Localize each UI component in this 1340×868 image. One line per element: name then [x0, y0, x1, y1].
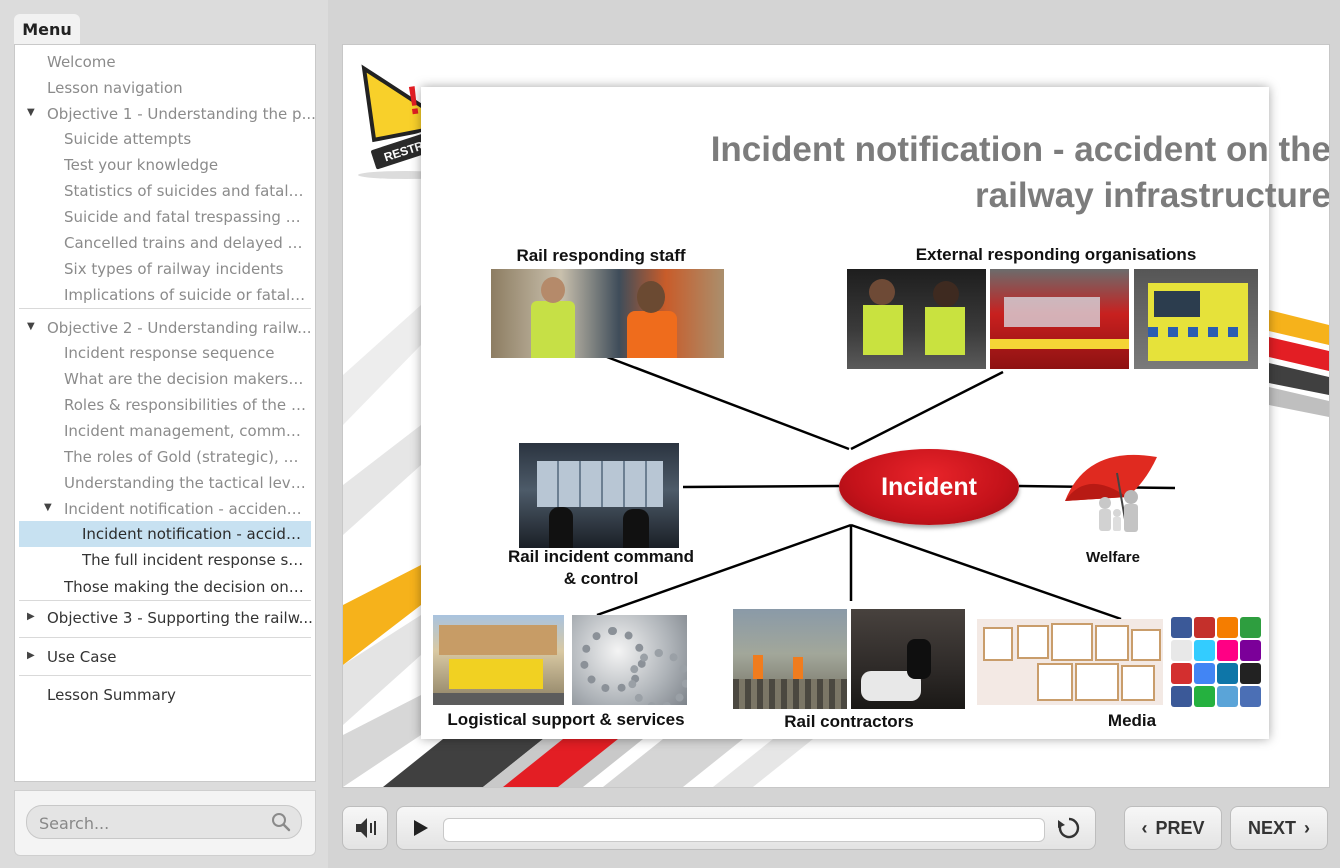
menu-item-lesson-summary[interactable]: Lesson Summary [47, 682, 315, 708]
menu-item-tactical-level[interactable]: Understanding the tactical level... [64, 470, 310, 496]
label-external-responding-organisations: External responding organisations [915, 245, 1197, 264]
search-box[interactable] [26, 805, 302, 839]
volume-button[interactable] [342, 806, 388, 850]
menu-item-full-incident-response[interactable]: The full incident response se... [82, 547, 310, 573]
next-label: NEXT [1247, 817, 1296, 838]
welfare-umbrella-icon [1065, 454, 1157, 532]
sidebar: Menu Welcome Lesson navigation ▼ Objecti… [0, 0, 328, 868]
slide-card: Incident notification - accident on the … [421, 87, 1329, 739]
menu-divider [19, 675, 311, 676]
label-rail-responding-staff: Rail responding staff [516, 246, 686, 265]
chevron-right-icon: › [1304, 817, 1310, 838]
menu-item-incident-management[interactable]: Incident management, comman... [64, 418, 310, 444]
menu-item-objective-1[interactable]: Objective 1 - Understanding the p... [47, 101, 315, 127]
next-button[interactable]: NEXT › [1230, 806, 1328, 850]
play-icon[interactable] [409, 817, 431, 839]
menu-item-suicide-fatal-trespassing[interactable]: Suicide and fatal trespassing sta... [64, 204, 310, 230]
photo-control-room [519, 443, 679, 548]
menu-item-those-making-decision[interactable]: Those making the decision on li... [64, 574, 310, 600]
menu-item-use-case[interactable]: Use Case [47, 644, 315, 670]
speaker-icon [356, 818, 376, 838]
photo-police [847, 269, 986, 369]
label-rail-contractors: Rail contractors [784, 712, 914, 731]
label-media: Media [1107, 711, 1157, 730]
menu-item-suicide-attempts[interactable]: Suicide attempts [64, 126, 315, 152]
expand-arrow-icon[interactable]: ▶ [27, 611, 35, 622]
collapse-arrow-icon[interactable]: ▼ [27, 107, 35, 118]
menu-item-implications[interactable]: Implications of suicide or fatal t... [64, 282, 310, 308]
menu-divider [19, 600, 311, 601]
photo-track-workers [733, 609, 847, 709]
expand-arrow-icon[interactable]: ▶ [27, 650, 35, 661]
menu-item-incident-response-sequence[interactable]: Incident response sequence [64, 340, 315, 366]
progress-bar[interactable] [443, 818, 1045, 842]
chevron-left-icon: ‹ [1141, 817, 1148, 838]
social-icons-grid [1171, 617, 1265, 709]
photo-gears [572, 615, 687, 705]
menu-item-objective-3[interactable]: Objective 3 - Supporting the railw... [47, 605, 315, 631]
prev-label: PREV [1155, 817, 1205, 838]
photo-rail-vehicle [433, 615, 564, 705]
menu-panel: Welcome Lesson navigation ▼ Objective 1 … [14, 44, 316, 782]
menu-tab[interactable]: Menu [14, 14, 80, 44]
menu-item-roles-gold[interactable]: The roles of Gold (strategic), Sil... [64, 444, 310, 470]
menu-item-incident-notification-current[interactable]: Incident notification - accide... [19, 521, 311, 547]
label-logistical-support: Logistical support & services [447, 710, 685, 729]
incident-label: Incident [881, 472, 977, 501]
menu-item-statistics[interactable]: Statistics of suicides and fatal tr... [64, 178, 310, 204]
collapse-arrow-icon[interactable]: ▼ [27, 321, 35, 332]
replay-icon[interactable] [1057, 816, 1081, 840]
incident-node: Incident [839, 449, 1019, 525]
search-icon[interactable] [271, 812, 291, 832]
search-input[interactable] [37, 810, 261, 836]
slide-stage: ! RESTRAIL Incident notification - accid… [342, 44, 1330, 788]
menu-item-objective-2[interactable]: Objective 2 - Understanding railw... [47, 315, 315, 341]
menu-divider [19, 637, 311, 638]
playback-bar [396, 806, 1096, 850]
prev-button[interactable]: ‹ PREV [1124, 806, 1222, 850]
menu-item-roles-responsibilities[interactable]: Roles & responsibilities of the r... [64, 392, 310, 418]
search-area [14, 790, 316, 856]
menu-item-welcome[interactable]: Welcome [47, 49, 315, 75]
menu-item-cancelled-trains[interactable]: Cancelled trains and delayed pa... [64, 230, 310, 256]
menu-item-test-knowledge[interactable]: Test your knowledge [64, 152, 315, 178]
menu-item-decision-makers[interactable]: What are the decision makers’ ... [64, 366, 310, 392]
photo-incident-scene [851, 609, 965, 709]
photo-media-logos [977, 619, 1163, 705]
photo-rail-staff [491, 269, 724, 358]
label-welfare: Welfare [1086, 549, 1140, 566]
menu-divider [19, 308, 311, 309]
collapse-arrow-icon[interactable]: ▼ [44, 502, 52, 513]
photo-fire-engine [990, 269, 1129, 369]
label-rail-incident-command: Rail incident command & control [507, 547, 695, 588]
photo-ambulance [1134, 269, 1258, 369]
menu-item-lesson-navigation[interactable]: Lesson navigation [47, 75, 315, 101]
menu-item-incident-notification-group[interactable]: Incident notification - accident ... [64, 496, 310, 522]
menu-item-six-types[interactable]: Six types of railway incidents [64, 256, 315, 282]
